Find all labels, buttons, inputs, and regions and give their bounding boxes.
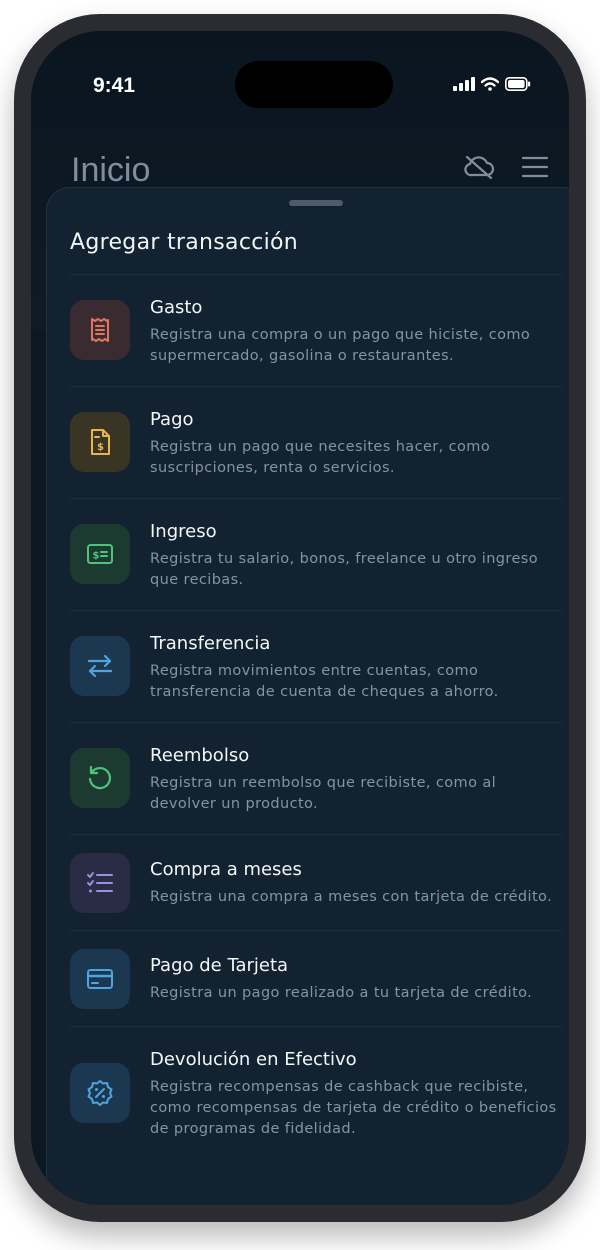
header-actions [463,155,549,179]
option-title: Gasto [150,297,203,318]
option-title: Pago de Tarjeta [150,955,289,976]
battery-icon [505,77,531,91]
status-time: 9:41 [93,74,136,97]
screen: 9:41 Inicio Agregar transacción Gasto Re… [31,31,569,1205]
svg-text:$: $ [97,442,104,453]
icon-container [70,1063,130,1123]
option-description: Registra tu salario, bonos, freelance u … [150,551,538,588]
bill-icon: $ [91,429,110,455]
option-title: Ingreso [150,521,217,542]
option-title: Transferencia [150,633,271,654]
option-title: Devolución en Efectivo [150,1049,357,1070]
option-description: Registra una compra o un pago que hicist… [150,327,531,364]
icon-container: $ [70,412,130,472]
icon-container [70,748,130,808]
menu-icon[interactable] [521,155,549,179]
cashback-badge-icon [87,1080,113,1106]
option-title: Pago [150,409,194,430]
option-ingreso[interactable]: $ Ingreso Registra tu salario, bonos, fr… [70,499,562,611]
transaction-type-list: Gasto Registra una compra o un pago que … [70,275,562,1157]
sheet-drag-handle[interactable] [289,200,343,206]
page-title: Inicio [71,151,151,189]
receipt-icon [91,318,109,342]
option-transferencia[interactable]: Transferencia Registra movimientos entre… [70,611,562,723]
sheet-title: Agregar transacción [70,230,299,255]
transfer-icon [87,654,113,678]
option-title: Reembolso [150,745,250,766]
status-icons [453,77,531,91]
option-reembolso[interactable]: Reembolso Registra un reembolso que reci… [70,723,562,835]
dynamic-island [235,61,393,108]
option-title: Compra a meses [150,859,302,880]
icon-container: $ [70,524,130,584]
option-pago[interactable]: $ Pago Registra un pago que necesites ha… [70,387,562,499]
icon-container [70,853,130,913]
option-compra-a-meses[interactable]: Compra a meses Registra una compra a mes… [70,835,562,931]
option-description: Registra un reembolso que recibiste, com… [150,775,497,812]
option-description: Registra recompensas de cashback que rec… [150,1079,557,1137]
option-gasto[interactable]: Gasto Registra una compra o un pago que … [70,275,562,387]
add-transaction-sheet: Agregar transacción Gasto Registra una c… [46,187,569,1205]
option-pago-de-tarjeta[interactable]: Pago de Tarjeta Registra un pago realiza… [70,931,562,1027]
checklist-icon [87,872,113,893]
option-description: Registra un pago realizado a tu tarjeta … [150,985,533,1001]
credit-card-icon [87,969,113,989]
signal-icon [453,77,475,91]
svg-text:$: $ [93,551,100,562]
money-icon: $ [87,544,113,564]
icon-container [70,300,130,360]
icon-container [70,949,130,1009]
option-description: Registra un pago que necesites hacer, co… [150,439,491,476]
phone-frame: 9:41 Inicio Agregar transacción Gasto Re… [14,14,586,1222]
option-devolucion-en-efectivo[interactable]: Devolución en Efectivo Registra recompen… [70,1027,562,1157]
icon-container [70,636,130,696]
option-description: Registra movimientos entre cuentas, como… [150,663,499,700]
refund-icon [88,765,112,790]
option-description: Registra una compra a meses con tarjeta … [150,889,553,905]
wifi-icon [481,77,499,91]
cloud-off-icon[interactable] [463,155,495,179]
